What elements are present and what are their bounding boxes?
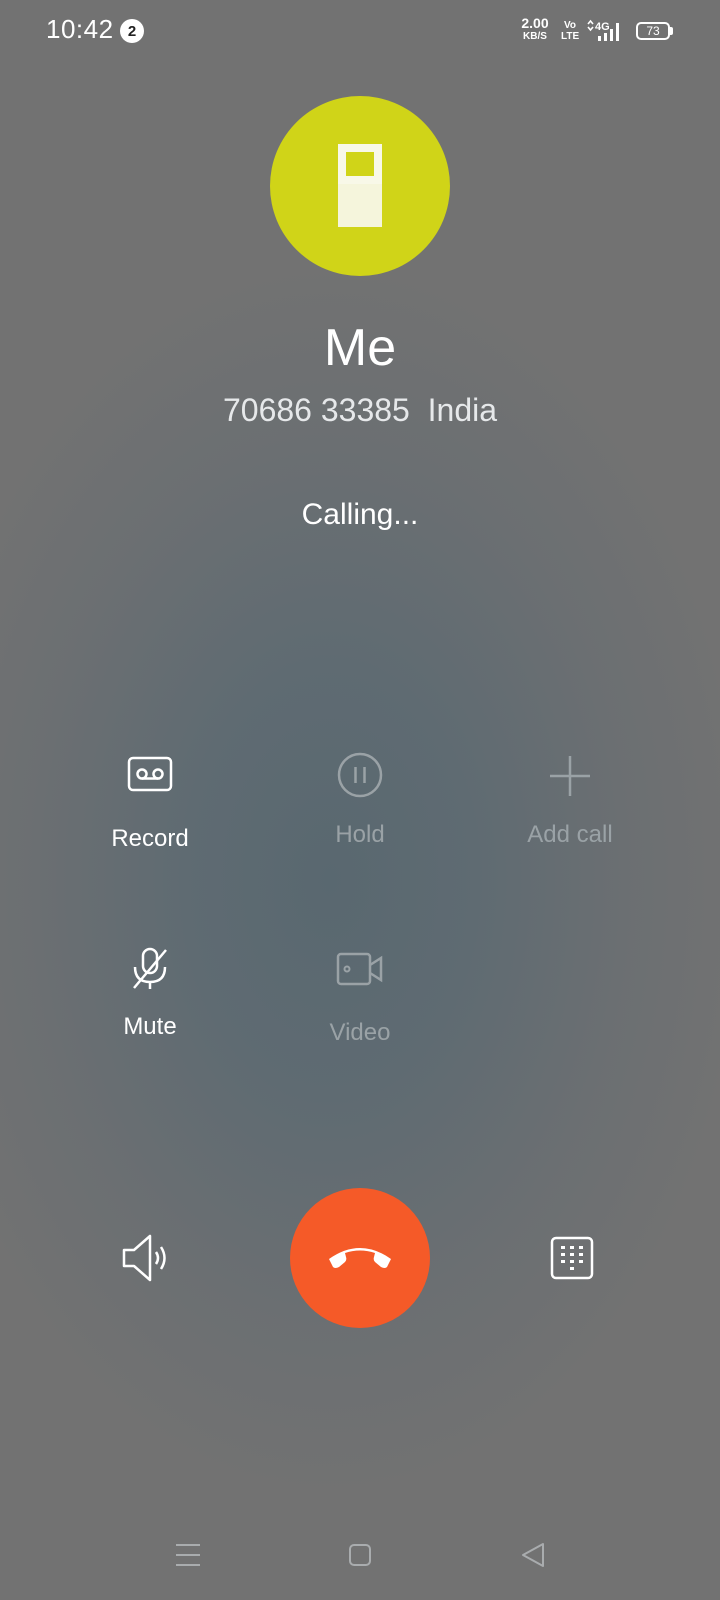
record-label: Record [111,825,189,852]
volte-indicator: Vo LTE [561,20,579,42]
mute-label: Mute [123,1013,177,1040]
phone-hangup-icon [325,1241,395,1276]
speaker-icon [118,1234,178,1288]
plus-icon [460,756,680,803]
network-speed-value: 2.00 [521,15,549,31]
dialpad-button[interactable] [550,1236,594,1280]
add-call-button[interactable]: Add call [460,756,680,849]
video-label: Video [329,1019,391,1046]
home-icon [348,1544,372,1571]
signal-icon: 4G [586,19,626,43]
end-call-button[interactable] [290,1188,430,1328]
nav-back-button[interactable] [520,1541,546,1569]
mic-off-icon [40,946,260,997]
mute-button[interactable]: Mute [40,946,260,1041]
add-call-label: Add call [527,821,613,848]
status-time: 10:42 [46,14,114,44]
network-speed: 2.00 KB/S [516,15,554,43]
record-icon [40,756,260,797]
avatar-figure-icon [338,144,382,184]
network-speed-unit: KB/S [523,31,547,42]
call-status: Calling... [301,498,419,531]
dialpad-icon [550,1236,594,1284]
pause-icon [250,752,470,803]
speaker-button[interactable] [118,1232,178,1284]
notification-badge: 2 [120,19,144,43]
contact-number: 70686 33385 India [222,392,498,428]
volte-top: Vo [563,20,577,31]
video-button[interactable]: Video [250,952,470,1047]
network-type: 4G [595,21,610,33]
contact-name: Me [323,319,397,377]
battery-tip [670,27,673,35]
menu-icon [174,1544,202,1572]
nav-menu-button[interactable] [174,1542,202,1568]
battery-level: 73 [646,24,660,38]
back-icon [520,1543,546,1573]
volte-bottom: LTE [561,31,580,42]
battery-icon: 73 [636,22,670,40]
avatar-figure-base [338,184,382,227]
hold-label: Hold [335,821,385,848]
record-button[interactable]: Record [40,756,260,853]
hold-button[interactable]: Hold [250,752,470,849]
nav-home-button[interactable] [348,1543,372,1567]
video-icon [250,952,470,991]
